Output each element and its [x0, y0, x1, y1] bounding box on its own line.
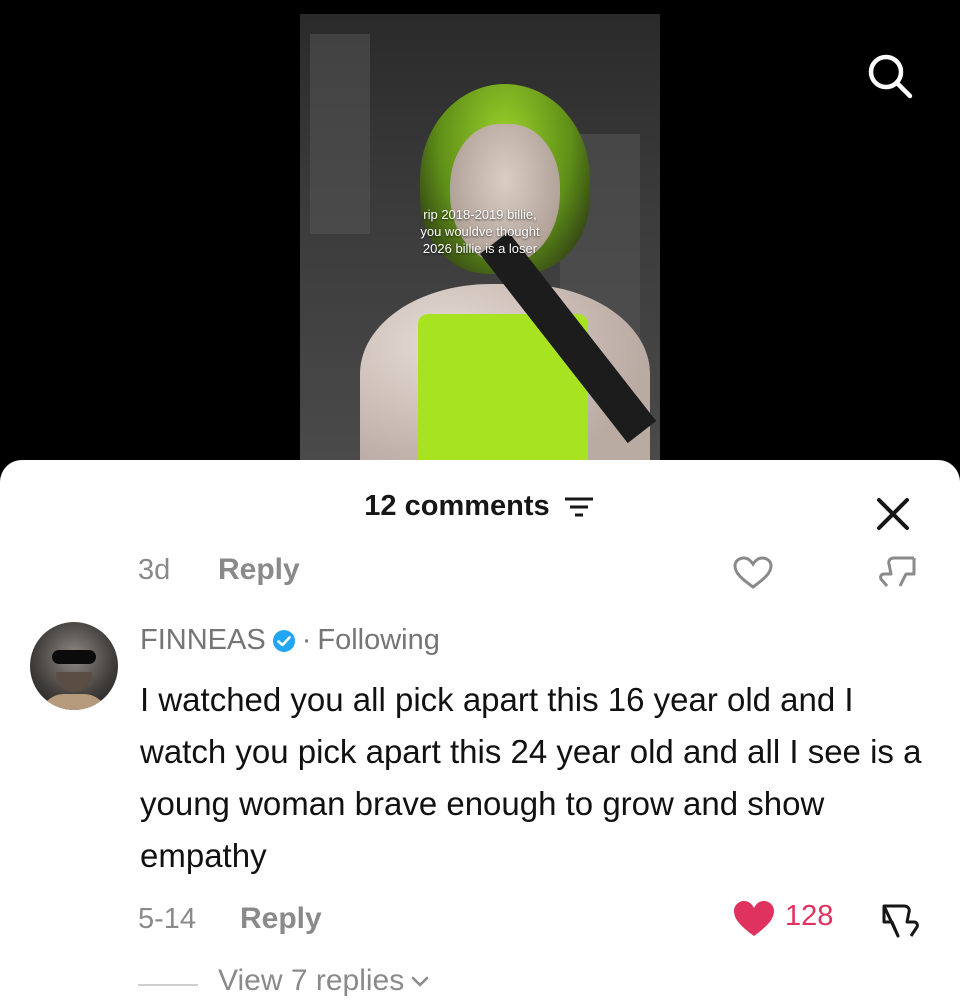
comment-author: FINNEAS · Following: [140, 624, 440, 657]
reply-button[interactable]: Reply: [240, 902, 322, 936]
verified-badge-icon: [272, 629, 295, 652]
video-caption: rip 2018-2019 billie, you wouldve though…: [300, 206, 660, 257]
video-thumbnail[interactable]: rip 2018-2019 billie, you wouldve though…: [300, 14, 660, 460]
dislike-icon[interactable]: [876, 900, 920, 940]
prev-comment-time: 3d: [138, 554, 171, 586]
caption-line: 2026 billie is a loser: [422, 241, 538, 256]
username[interactable]: FINNEAS: [140, 624, 266, 657]
caption-line: rip 2018-2019 billie,: [423, 207, 537, 222]
comments-sheet: 12 comments 3d Reply FINNEAS · Following…: [0, 460, 960, 1006]
dislike-icon[interactable]: [876, 554, 920, 590]
view-replies-label: View 7 replies: [218, 964, 405, 997]
prev-reply-button[interactable]: Reply: [218, 553, 300, 587]
close-icon[interactable]: [873, 494, 913, 534]
video-area[interactable]: rip 2018-2019 billie, you wouldve though…: [0, 0, 960, 480]
heart-outline-icon[interactable]: [732, 556, 774, 590]
search-icon[interactable]: [862, 48, 918, 104]
following-status: Following: [317, 624, 440, 656]
comments-header: 12 comments: [0, 490, 960, 523]
like-count: 128: [785, 900, 834, 932]
caption-line: you wouldve thought: [420, 224, 540, 239]
view-replies-button[interactable]: View 7 replies: [218, 964, 430, 998]
replies-divider: [138, 984, 198, 986]
comment-text: I watched you all pick apart this 16 yea…: [140, 681, 922, 874]
comments-count: 12 comments: [364, 490, 550, 522]
separator: ·: [301, 624, 312, 656]
heart-filled-icon[interactable]: [732, 900, 776, 938]
avatar[interactable]: [30, 622, 118, 710]
comment-date: 5-14: [138, 903, 197, 935]
chevron-down-icon: [411, 976, 429, 987]
filter-icon[interactable]: [562, 494, 596, 520]
